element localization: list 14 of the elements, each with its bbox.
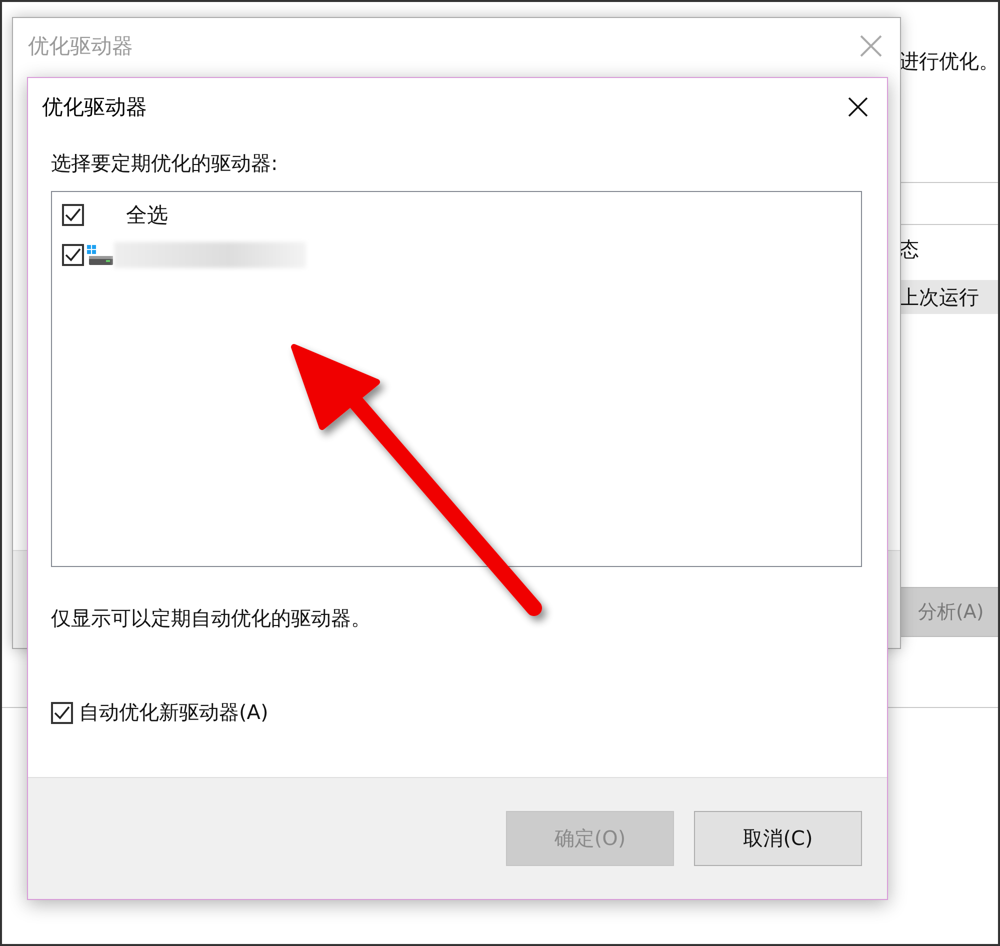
window-title: 优化驱动器: [42, 94, 147, 121]
table-cell[interactable]: 上次运行: [899, 280, 998, 314]
checkbox[interactable]: [51, 702, 73, 724]
drive-icon: [86, 244, 114, 266]
checkbox-label[interactable]: 自动优化新驱动器(A): [79, 699, 268, 726]
note-text: 仅显示可以定期自动优化的驱动器。: [51, 605, 371, 632]
description-text: 进行优化。: [899, 48, 998, 75]
checkbox[interactable]: [62, 204, 84, 226]
window-title: 优化驱动器: [28, 33, 133, 60]
close-icon: [860, 35, 882, 57]
cancel-button[interactable]: 取消(C): [694, 811, 862, 866]
checkbox[interactable]: [62, 244, 84, 266]
instruction-label: 选择要定期优化的驱动器:: [51, 150, 278, 177]
list-item-label[interactable]: 全选: [126, 201, 168, 229]
